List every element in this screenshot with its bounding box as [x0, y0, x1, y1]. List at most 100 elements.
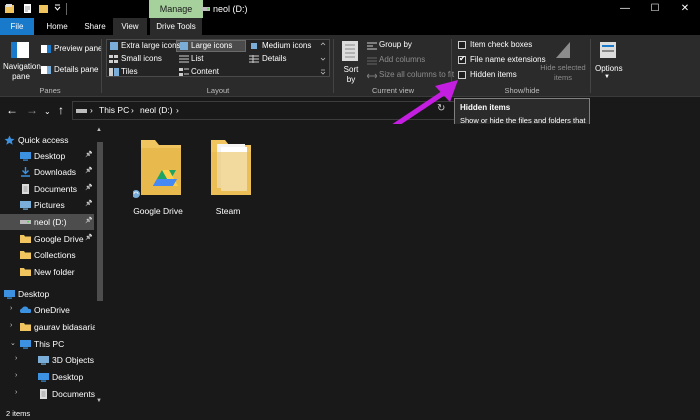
star-icon [4, 135, 15, 145]
folder-icon [20, 268, 31, 276]
computer-icon [20, 340, 31, 349]
size-columns-icon [367, 73, 377, 79]
details-option[interactable]: Details [262, 54, 286, 63]
breadcrumb-separator: › [176, 105, 179, 115]
nav-item[interactable]: Downloads 📌 [0, 164, 94, 180]
nav-item-label: New folder [34, 267, 75, 277]
scroll-thumb[interactable] [97, 142, 103, 301]
layout-group-label: Layout [206, 86, 230, 95]
tab-file[interactable]: File [0, 18, 34, 35]
hide-selected-items-button[interactable]: Hide selected items [540, 63, 586, 83]
breadcrumb-separator: › [90, 105, 93, 115]
chevron-down-icon[interactable]: ⌄ [10, 339, 16, 347]
group-by-icon [367, 42, 377, 50]
chevron-right-icon[interactable]: › [15, 389, 17, 396]
panes-group-label: Panes [39, 86, 61, 95]
tab-drive-tools[interactable]: Drive Tools [150, 18, 202, 35]
google-drive-folder-icon [133, 140, 181, 198]
preview-pane-button[interactable]: Preview pane [54, 44, 102, 53]
breadcrumb-this-pc[interactable]: This PC [99, 105, 129, 115]
chevron-right-icon[interactable]: › [15, 355, 17, 362]
add-columns-icon [367, 57, 377, 65]
ribbon: Navigation pane Preview pane Details pan… [0, 35, 700, 97]
list-option[interactable]: List [191, 54, 203, 63]
nav-item-label: Downloads [34, 167, 77, 177]
options-dropdown-icon[interactable]: ▼ [604, 74, 610, 80]
folder-google-drive[interactable]: Google Drive [123, 134, 193, 216]
nav-item[interactable]: ⌄Desktop [0, 286, 94, 302]
hide-selected-items-icon [556, 42, 570, 58]
content-option[interactable]: Content [191, 67, 219, 76]
nav-item[interactable]: ⌄Quick access [0, 132, 94, 148]
desktop-icon [20, 152, 31, 161]
nav-item[interactable]: Pictures 📌 [0, 197, 94, 213]
preview-pane-icon [41, 45, 51, 53]
nav-item[interactable]: Desktop 📌 [0, 148, 94, 164]
nav-item-label: Quick access [18, 135, 69, 145]
nav-item[interactable]: › gaurav bidasaria [0, 319, 97, 335]
details-pane-button[interactable]: Details pane [54, 65, 98, 74]
tiles-option[interactable]: Tiles [121, 67, 138, 76]
group-by-button[interactable]: Group by [379, 40, 412, 49]
back-button[interactable]: ← [6, 103, 18, 117]
properties-icon[interactable] [22, 3, 33, 14]
ribbon-tabs: File Home Share View Drive Tools [0, 18, 700, 35]
medium-icons-option[interactable]: Medium icons [262, 41, 311, 50]
nav-item-label: Documents [52, 389, 95, 399]
layout-scroll-icon[interactable] [320, 41, 326, 75]
nav-item[interactable]: › 3D Objects [0, 352, 94, 368]
nav-item[interactable]: › Desktop [0, 369, 94, 385]
sort-by-button[interactable]: Sort by [341, 65, 361, 85]
options-button[interactable]: Options [595, 64, 623, 73]
nav-item[interactable]: Collections [0, 247, 94, 263]
new-folder-quick-icon[interactable] [38, 3, 49, 14]
close-button[interactable]: ✕ [670, 0, 700, 18]
large-icons-option[interactable]: Large icons [191, 41, 232, 50]
minimize-button[interactable]: — [610, 0, 640, 18]
extra-large-icons-icon [110, 42, 118, 50]
item-check-boxes-checkbox[interactable] [458, 41, 466, 49]
chevron-right-icon[interactable]: › [10, 305, 12, 312]
chevron-right-icon[interactable]: › [15, 372, 17, 379]
extra-large-icons-option[interactable]: Extra large icons [121, 41, 181, 50]
list-icon [179, 55, 189, 63]
nav-item[interactable]: Google Drive 📌 [0, 231, 94, 247]
options-icon [600, 42, 616, 58]
pin-icon: 📌 [85, 168, 93, 174]
tab-home[interactable]: Home [40, 18, 74, 35]
up-button[interactable]: ↑ [58, 103, 64, 117]
small-icons-option[interactable]: Small icons [121, 54, 162, 63]
manage-tab[interactable]: Manage [149, 0, 203, 18]
scroll-up-icon[interactable]: ▲ [96, 127, 102, 133]
folder-icon [20, 251, 31, 259]
chevron-right-icon[interactable]: › [10, 322, 12, 329]
scroll-down-icon[interactable]: ▼ [96, 398, 102, 404]
nav-item[interactable]: Documents 📌 [0, 181, 94, 197]
nav-item[interactable]: neol (D:) 📌 [0, 214, 94, 230]
maximize-button[interactable]: ☐ [640, 0, 670, 18]
breadcrumb-drive[interactable]: neol (D:) [140, 105, 173, 115]
nav-item-label: Collections [34, 250, 76, 260]
nav-item[interactable]: › Documents [0, 386, 95, 402]
tab-view[interactable]: View [113, 18, 147, 35]
folder-steam[interactable]: Steam [193, 134, 263, 216]
nav-item[interactable]: New folder [0, 264, 94, 280]
3d-objects-icon [38, 356, 49, 365]
nav-item-label: gaurav bidasaria [34, 322, 97, 332]
nav-item[interactable]: › OneDrive [0, 302, 94, 318]
details-pane-icon [41, 66, 51, 74]
tab-share[interactable]: Share [78, 18, 112, 35]
medium-icons-icon [251, 43, 257, 49]
forward-button[interactable]: → [26, 103, 38, 117]
pin-icon: 📌 [85, 152, 93, 158]
google-drive-icon [20, 235, 31, 243]
recent-locations-icon[interactable]: ⌄ [44, 105, 51, 119]
nav-item[interactable]: ⌄ This PC [0, 336, 94, 352]
navigation-pane-button[interactable]: Navigation pane [3, 62, 41, 82]
explorer-app-icon [5, 4, 14, 13]
pin-icon: 📌 [85, 218, 93, 224]
drive-address-icon [76, 109, 87, 113]
customize-toolbar-icon[interactable] [52, 3, 63, 14]
onedrive-icon [20, 306, 31, 313]
nav-scrollbar[interactable]: ▲ ▼ [95, 127, 105, 406]
